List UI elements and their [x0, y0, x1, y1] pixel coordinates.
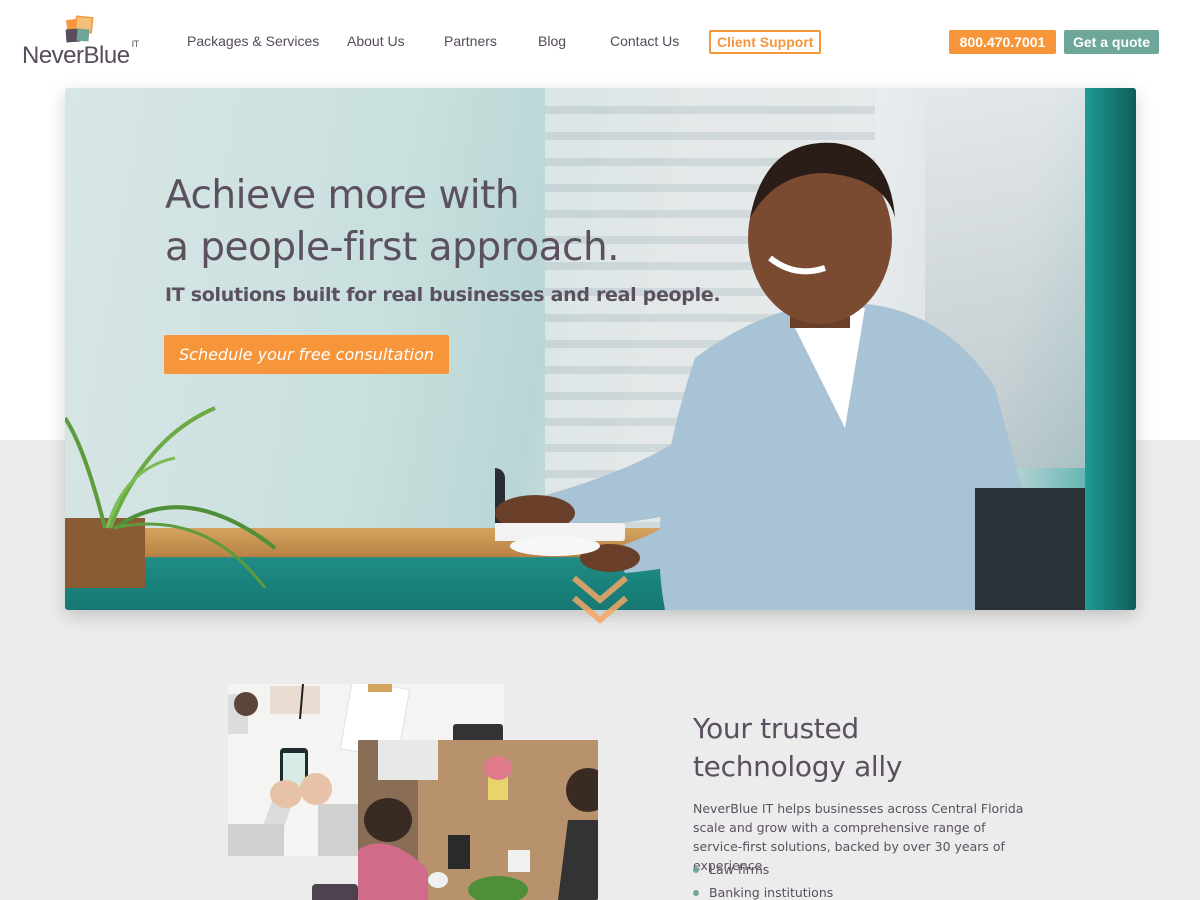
client-support-button[interactable]: Client Support — [709, 30, 822, 54]
hero-banner: Achieve more with a people-first approac… — [65, 88, 1136, 610]
list-item-label: Law firms — [709, 862, 770, 877]
laptop-image-partial — [312, 884, 358, 900]
nav-about-us[interactable]: About Us — [347, 33, 405, 49]
phone-number-button[interactable]: 800.470.7001 — [949, 30, 1056, 54]
hero-title-line-1: Achieve more with — [165, 173, 520, 218]
section-title-line-2: technology ally — [693, 750, 903, 783]
industries-list: Law firms Banking institutions — [693, 861, 833, 900]
section-title-line-1: Your trusted — [693, 712, 859, 745]
nav-contact-us[interactable]: Contact Us — [610, 33, 679, 49]
site-header: NeverBlue IT Packages & Services About Us… — [0, 0, 1200, 88]
hero-window-frame — [1085, 88, 1136, 610]
hero-subtitle: IT solutions built for real businesses a… — [165, 284, 721, 306]
meeting-overhead-image — [358, 740, 598, 900]
logo-superscript: IT — [131, 39, 140, 49]
logo-mark-icon — [65, 15, 94, 43]
schedule-consultation-button[interactable]: Schedule your free consultation — [164, 335, 449, 374]
brand-logo[interactable]: NeverBlue IT — [22, 15, 152, 70]
hero-title: Achieve more with a people-first approac… — [165, 170, 620, 274]
get-a-quote-button[interactable]: Get a quote — [1064, 30, 1159, 54]
hero-plant-image — [65, 406, 277, 588]
section-title: Your trusted technology ally — [693, 710, 902, 786]
hero-title-line-2: a people-first approach. — [165, 225, 620, 270]
double-chevron-down-icon[interactable] — [570, 574, 630, 630]
logo-wordmark: NeverBlue IT — [22, 39, 140, 69]
bullet-icon — [693, 867, 699, 873]
list-item-label: Banking institutions — [709, 885, 834, 900]
list-item: Law firms — [693, 861, 833, 884]
nav-partners[interactable]: Partners — [444, 33, 497, 49]
nav-packages-services[interactable]: Packages & Services — [187, 33, 319, 49]
bullet-icon — [693, 890, 699, 896]
nav-blog[interactable]: Blog — [538, 33, 566, 49]
list-item: Banking institutions — [693, 884, 833, 900]
